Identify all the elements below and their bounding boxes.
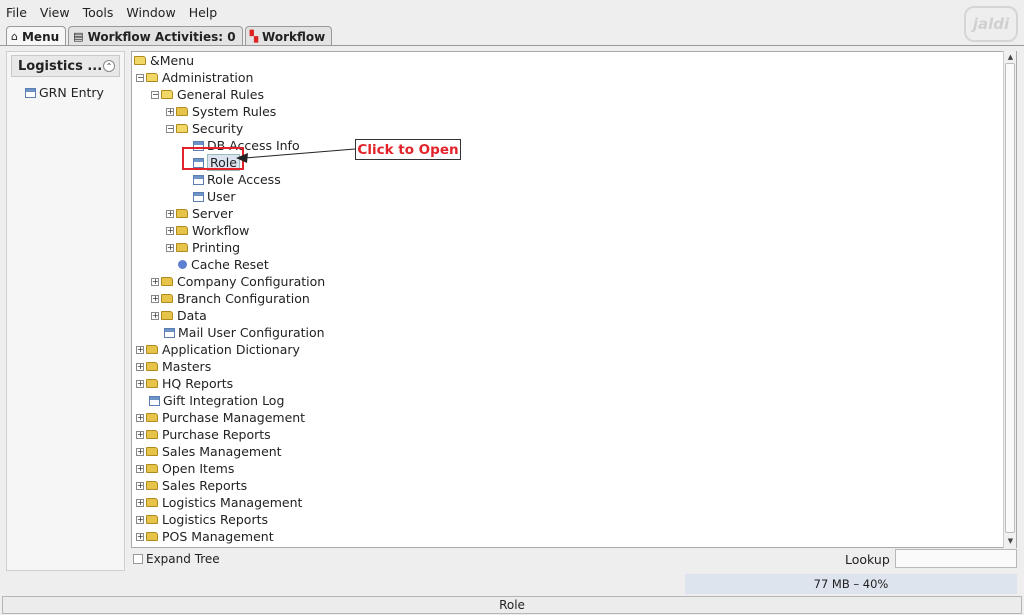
callout-label: Click to Open	[355, 139, 461, 160]
expand-tree-label: Expand Tree	[146, 552, 220, 566]
lookup-label: Lookup	[845, 552, 890, 567]
lookup-input[interactable]	[895, 549, 1017, 568]
expand-tree-checkbox[interactable]	[133, 554, 143, 564]
status-bar: Role	[2, 596, 1022, 614]
scroll-thumb[interactable]	[1005, 63, 1015, 533]
scroll-down-icon[interactable]: ▼	[1004, 535, 1017, 547]
tree-scrollbar[interactable]: ▲ ▼	[1003, 51, 1016, 548]
tree-footer: Expand Tree Lookup	[131, 549, 1017, 569]
scroll-up-icon[interactable]: ▲	[1004, 51, 1017, 63]
memory-indicator[interactable]: 77 MB – 40%	[685, 574, 1017, 594]
callout-arrow	[236, 148, 356, 163]
